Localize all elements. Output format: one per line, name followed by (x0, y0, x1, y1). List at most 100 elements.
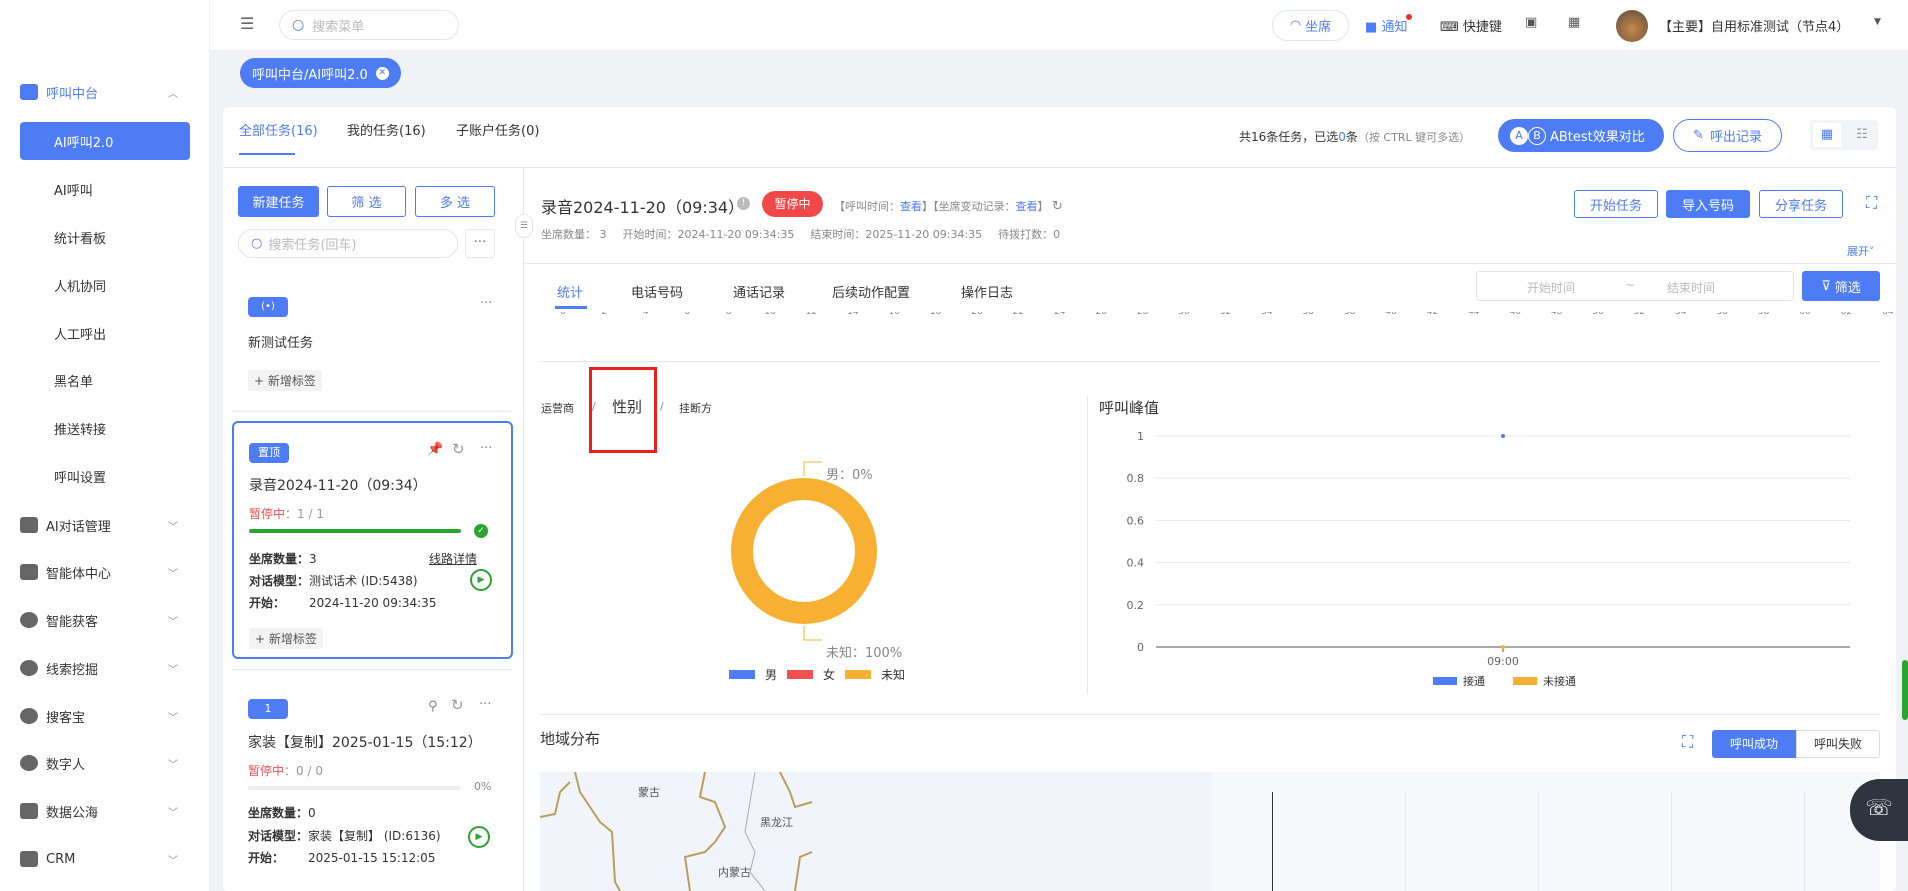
play-button[interactable]: ▶ (468, 826, 490, 848)
abtest-button[interactable]: A B ABtest效果对比 (1498, 119, 1664, 152)
list-view-icon[interactable]: ☷ (1848, 123, 1876, 147)
start-date-input[interactable]: 开始时间 (1527, 279, 1575, 296)
refresh-icon[interactable]: ↻ (451, 696, 464, 714)
region-map[interactable]: 蒙古 黑龙江 内蒙古 (540, 772, 1880, 891)
sidebar-group-ai-dialog[interactable]: AI对话管理 ﹀ (20, 506, 190, 544)
tab-call-records[interactable]: 通话记录 (733, 282, 785, 301)
tab-followup-config[interactable]: 后续动作配置 (832, 282, 910, 301)
tab-all-tasks[interactable]: 全部任务(16) (239, 120, 318, 139)
info-icon[interactable]: ! (737, 197, 750, 210)
task-title: 录音2024-11-20（09:34） (249, 478, 427, 494)
x-tick-label: 2 (601, 312, 608, 317)
more-icon[interactable]: ··· (479, 697, 491, 712)
end-date-input[interactable]: 结束时间 (1667, 279, 1715, 296)
avatar[interactable] (1616, 10, 1648, 42)
chart-icon (20, 803, 38, 819)
label-line-unknown (803, 626, 822, 641)
tab-sub-tasks[interactable]: 子账户任务(0) (456, 120, 539, 139)
pin-icon[interactable]: 📌 (427, 442, 443, 457)
fullscreen-icon[interactable]: ⛶ (1682, 732, 1693, 752)
tab-operation-log[interactable]: 操作日志 (961, 282, 1013, 301)
x-tick-label: 52 (1633, 312, 1646, 317)
sidebar-item-ai-call[interactable]: AI呼叫 (20, 170, 190, 208)
more-icon[interactable]: ··· (480, 441, 492, 456)
play-button[interactable]: ▶ (470, 569, 492, 591)
import-numbers-button[interactable]: 导入号码 (1666, 190, 1750, 218)
side-scroll-indicator[interactable] (1902, 660, 1908, 720)
start-task-button[interactable]: 开始任务 (1574, 190, 1658, 218)
sidebar-item-push-transfer[interactable]: 推送转接 (20, 409, 190, 447)
grid-view-icon[interactable]: ▦ (1813, 123, 1841, 147)
subtab-hangup[interactable]: 挂断方 (679, 400, 712, 416)
point-接通 (1501, 434, 1505, 438)
breadcrumb-tag[interactable]: 呼叫中台/AI呼叫2.0 ✕ (240, 58, 401, 88)
sidebar-item-stats[interactable]: 统计看板 (20, 218, 190, 256)
task-title: 家装【复制】2025-01-15（15:12） (248, 735, 482, 751)
user-name[interactable]: 【主要】自用标准测试（节点4） (1659, 16, 1849, 35)
sidebar-group-lead-gen[interactable]: 智能获客 ﹀ (20, 601, 190, 639)
x-tick-label: 18 (929, 312, 942, 317)
pin-icon[interactable]: ⚲ (428, 699, 438, 714)
qrcode-icon[interactable]: ▦ (1568, 15, 1580, 30)
collapse-menu-icon[interactable]: ☰ (240, 14, 254, 33)
legend-label: 接通 (1463, 675, 1485, 688)
collapse-handle-icon[interactable]: ☰ (515, 214, 533, 238)
more-icon[interactable]: ··· (480, 296, 492, 311)
x-tick-label: 44 (1468, 312, 1480, 317)
sidebar-group-call-center[interactable]: 呼叫中台 ︿ (20, 73, 190, 111)
tab-my-tasks[interactable]: 我的任务(16) (347, 120, 426, 139)
notify-button[interactable]: ■ 通知 (1365, 14, 1413, 35)
call-time-view-link[interactable]: 查看 (900, 200, 922, 213)
refresh-icon[interactable]: ↻ (452, 440, 465, 458)
expand-link[interactable]: 展开˅ (1847, 243, 1875, 259)
sidebar-group-crm[interactable]: CRM ﹀ (20, 840, 190, 878)
chevron-down-icon: ﹀ (168, 521, 178, 533)
close-icon[interactable]: ✕ (375, 66, 389, 80)
agent-button[interactable]: ◠ 坐席 (1272, 10, 1349, 41)
task-card[interactable]: 1 ⚲ ↻ ··· 家装【复制】2025-01-15（15:12） 暂停中：0 … (232, 670, 513, 891)
sidebar-group-agent-center[interactable]: 智能体中心 ﹀ (20, 553, 190, 591)
sidebar-group-lead-mining[interactable]: 线索挖掘 ﹀ (20, 649, 190, 687)
call-records-button[interactable]: ✎ 呼出记录 (1673, 119, 1782, 152)
more-button[interactable]: ··· (465, 229, 495, 258)
share-task-button[interactable]: 分享任务 (1759, 190, 1843, 218)
refresh-icon[interactable]: ↻ (1052, 199, 1063, 214)
sidebar-group-soukebao[interactable]: 搜客宝 ﹀ (20, 697, 190, 735)
chevron-down-icon: ﹀ (168, 664, 178, 676)
sidebar-item-human-machine[interactable]: 人机协同 (20, 266, 190, 304)
multi-select-button[interactable]: 多 选 (415, 186, 495, 217)
caret-down-icon[interactable]: ▼ (1874, 17, 1881, 27)
new-task-button[interactable]: 新建任务 (238, 186, 319, 217)
line-detail-link[interactable]: 线路详情 (429, 550, 477, 567)
menu-search-input[interactable]: ○ 搜索菜单 (279, 10, 459, 40)
monitor-icon (20, 84, 38, 100)
screen-icon[interactable]: ▣ (1525, 15, 1537, 30)
task-search-input[interactable]: ○ 搜索任务(回车) (238, 229, 458, 258)
task-status: 暂停中：1 / 1 (249, 507, 324, 521)
sidebar-group-digital-human[interactable]: 数字人 ﹀ (20, 744, 190, 782)
tab-stats[interactable]: 统计 (557, 282, 583, 301)
filter-button[interactable]: 筛 选 (327, 186, 406, 217)
task-card-selected[interactable]: 置顶 📌 ↻ ··· 录音2024-11-20（09:34） 暂停中：1 / 1… (232, 421, 513, 659)
divider (524, 263, 1896, 264)
shortcut-button[interactable]: ⌨ 快捷键 (1440, 16, 1502, 35)
progress-percent: 0% (474, 780, 492, 793)
sidebar-item-call-settings[interactable]: 呼叫设置 (20, 457, 190, 495)
sidebar-item-ai-call-2[interactable]: AI呼叫2.0 (20, 122, 190, 160)
date-filter-button[interactable]: ⊽ 筛选 (1802, 271, 1880, 301)
call-success-toggle[interactable]: 呼叫成功 (1712, 730, 1796, 758)
sidebar-item-blacklist[interactable]: 黑名单 (20, 361, 190, 399)
call-fail-toggle[interactable]: 呼叫失败 (1796, 730, 1880, 758)
subtab-carrier[interactable]: 运营商 (541, 400, 574, 416)
sidebar-group-data-pool[interactable]: 数据公海 ﹀ (20, 792, 190, 830)
date-range-picker[interactable]: 开始时间 ~ 结束时间 (1476, 271, 1794, 301)
y-tick-label: 0 (1137, 641, 1144, 654)
add-tag-button[interactable]: + 新增标签 (249, 628, 323, 649)
task-card[interactable]: (•) ··· 新测试任务 + 新增标签 (232, 290, 512, 410)
tab-phone-numbers[interactable]: 电话号码 (631, 282, 683, 301)
add-tag-button[interactable]: + 新增标签 (248, 370, 322, 391)
fullscreen-icon[interactable]: ⛶ (1866, 193, 1877, 213)
seat-change-view-link[interactable]: 查看 (1016, 200, 1038, 213)
map-label-mongolia: 蒙古 (638, 786, 660, 799)
support-chat-button[interactable]: ☏ (1850, 779, 1908, 841)
